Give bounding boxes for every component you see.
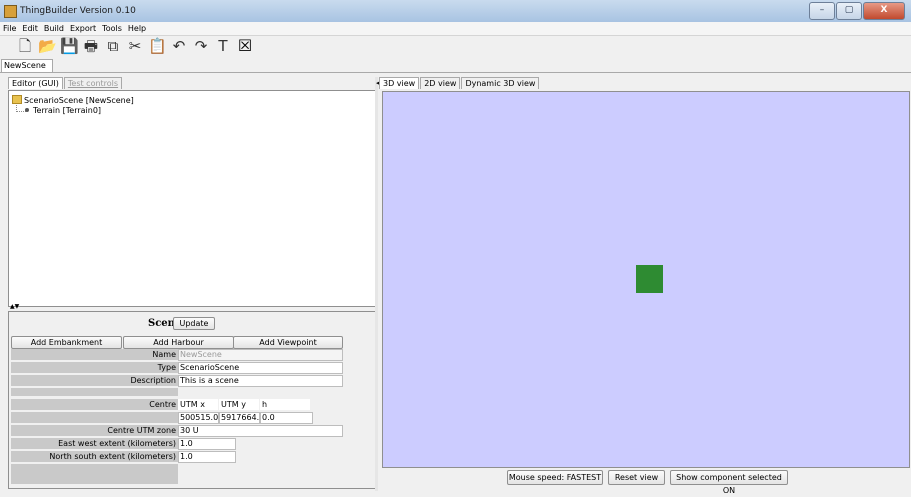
tree-node-label: Terrain [Terrain0] (33, 106, 102, 115)
menu-tools[interactable]: Tools (99, 22, 125, 35)
east-west-extent-label: East west extent (kilometers) (11, 438, 178, 449)
toolbar: 🗋 📂 💾 🖶 ⧉ ✂ 📋 ↶ ↷ T ☒ (0, 36, 911, 58)
utm-y-header: UTM y (219, 399, 259, 410)
properties-panel: Scene Update Add Embankment Add Harbour … (8, 311, 376, 489)
add-viewpoint-button[interactable]: Add Viewpoint (233, 336, 343, 349)
utm-x-field[interactable]: 500515.0 (178, 412, 219, 424)
copy-icon[interactable]: ⧉ (104, 37, 122, 55)
app-icon (4, 5, 17, 18)
north-south-extent-field[interactable]: 1.0 (178, 451, 236, 463)
close-box-icon[interactable]: ☒ (236, 37, 254, 55)
utm-zone-label: Centre UTM zone (11, 425, 178, 436)
spacer-row (11, 388, 178, 396)
3d-viewport[interactable] (382, 91, 910, 468)
leaf-icon (25, 108, 29, 112)
print-icon[interactable]: 🖶 (82, 37, 100, 55)
tab-2d-view[interactable]: 2D view (420, 77, 461, 89)
maximize-button[interactable]: ▢ (836, 2, 862, 20)
window-title: ThingBuilder Version 0.10 (20, 6, 136, 16)
paste-icon[interactable]: 📋 (148, 37, 167, 55)
split-arrows-icon[interactable]: ▲▼ (10, 304, 19, 310)
panel-divider[interactable] (375, 77, 378, 491)
add-embankment-button[interactable]: Add Embankment (11, 336, 122, 349)
centre-label: Centre (11, 399, 178, 410)
empty-label-area (11, 464, 178, 484)
add-harbour-button[interactable]: Add Harbour (123, 336, 234, 349)
description-label: Description (11, 375, 178, 386)
new-file-icon[interactable]: 🗋 (16, 37, 34, 55)
h-field[interactable]: 0.0 (260, 412, 313, 424)
folder-icon (12, 95, 22, 104)
scene-tree[interactable]: ScenarioScene [NewScene] Terrain [Terrai… (8, 90, 376, 307)
terrain-object[interactable] (636, 265, 663, 293)
tree-node-terrain[interactable]: Terrain [Terrain0] (25, 106, 101, 116)
minimize-button[interactable]: – (809, 2, 835, 20)
north-south-extent-label: North south extent (kilometers) (11, 451, 178, 462)
update-button[interactable]: Update (173, 317, 215, 330)
close-button[interactable]: X (863, 2, 905, 20)
menu-export[interactable]: Export (67, 22, 99, 35)
h-header: h (260, 399, 310, 410)
name-field[interactable]: NewScene (178, 349, 343, 361)
redo-icon[interactable]: ↷ (192, 37, 210, 55)
description-field[interactable]: This is a scene (178, 375, 343, 387)
tab-dynamic-3d-view[interactable]: Dynamic 3D view (461, 77, 540, 89)
name-label: Name (11, 349, 178, 360)
reset-view-button[interactable]: Reset view (608, 470, 665, 485)
mouse-speed-button[interactable]: Mouse speed: FASTEST (507, 470, 603, 485)
menu-edit[interactable]: Edit (19, 22, 41, 35)
open-folder-icon[interactable]: 📂 (38, 37, 57, 55)
utm-y-field[interactable]: 5917664.0 (219, 412, 260, 424)
east-west-extent-field[interactable]: 1.0 (178, 438, 236, 450)
tree-node-label: ScenarioScene [NewScene] (24, 96, 134, 105)
utm-zone-field[interactable]: 30 U (178, 425, 343, 437)
undo-icon[interactable]: ↶ (170, 37, 188, 55)
tree-node-scene[interactable]: ScenarioScene [NewScene] (12, 95, 134, 105)
tab-newscene[interactable]: NewScene (1, 59, 53, 72)
divider (0, 72, 911, 73)
centre-values-label (11, 412, 178, 423)
title-bar: ThingBuilder Version 0.10 – ▢ X (0, 0, 911, 23)
save-icon[interactable]: 💾 (60, 37, 79, 55)
menu-bar: File Edit Build Export Tools Help (0, 22, 911, 36)
build-hammer-icon[interactable]: T (214, 37, 232, 55)
utm-x-header: UTM x (178, 399, 218, 410)
editor-panel: Editor (GUI) Test controls ScenarioScene… (8, 77, 376, 489)
type-label: Type (11, 362, 178, 373)
cut-icon[interactable]: ✂ (126, 37, 144, 55)
menu-file[interactable]: File (0, 22, 19, 35)
menu-build[interactable]: Build (41, 22, 67, 35)
type-field[interactable]: ScenarioScene (178, 362, 343, 374)
show-component-selected-button[interactable]: Show component selected ON (670, 470, 788, 495)
tab-test-controls[interactable]: Test controls (63, 77, 123, 89)
tab-editor-gui[interactable]: Editor (GUI) (8, 77, 63, 89)
view-panel: 3D view 2D view Dynamic 3D view Mouse sp… (379, 77, 911, 495)
menu-help[interactable]: Help (125, 22, 149, 35)
tab-3d-view[interactable]: 3D view (379, 77, 420, 89)
